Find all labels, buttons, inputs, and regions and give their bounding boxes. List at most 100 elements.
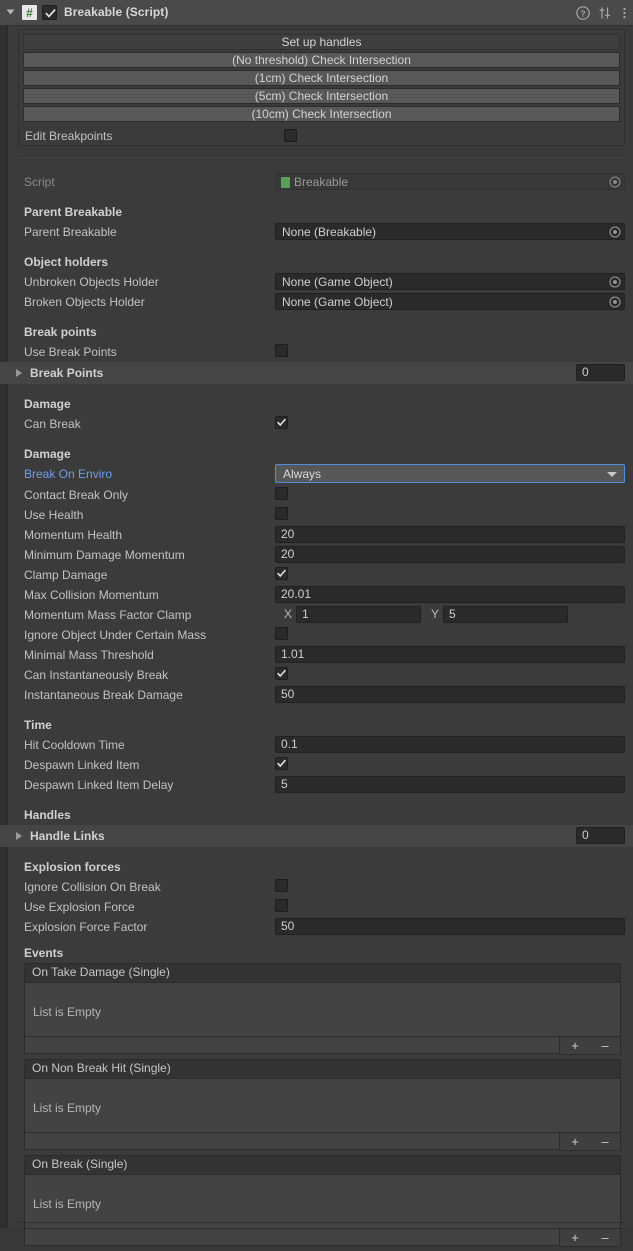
break-points-array-row[interactable]: Break Points 0	[0, 362, 633, 384]
object-picker-icon[interactable]	[609, 296, 621, 308]
handle-links-array-size-field[interactable]: 0	[576, 827, 625, 844]
momentum-mass-factor-clamp-x-input[interactable]: 1	[296, 606, 421, 623]
use-health-checkbox[interactable]	[275, 507, 288, 520]
ignore-object-under-certain-mass-row: Ignore Object Under Certain Mass	[8, 625, 633, 645]
handle-links-foldout-icon[interactable]	[16, 832, 22, 840]
contact-break-only-checkbox[interactable]	[275, 487, 288, 500]
parent-breakable-label: Parent Breakable	[24, 225, 117, 239]
broken-objects-holder-value: None (Game Object)	[282, 295, 393, 309]
hit-cooldown-time-input[interactable]: 0.1	[275, 736, 625, 753]
use-explosion-force-checkbox[interactable]	[275, 899, 288, 912]
ignore-collision-on-break-checkbox[interactable]	[275, 879, 288, 892]
event-list-body[interactable]: List is Empty	[24, 1174, 621, 1229]
contact-break-only-row: Contact Break Only	[8, 485, 633, 505]
break-on-enviro-dropdown[interactable]: Always	[275, 464, 625, 483]
break-points-foldout-icon[interactable]	[16, 369, 22, 377]
break-on-enviro-label: Break On Enviro	[24, 467, 113, 481]
max-collision-momentum-input[interactable]: 20.01	[275, 586, 625, 603]
momentum-mass-factor-clamp-label: Momentum Mass Factor Clamp	[24, 608, 192, 622]
component-enabled-checkbox[interactable]	[42, 5, 57, 20]
unbroken-objects-holder-field[interactable]: None (Game Object)	[275, 273, 625, 290]
remove-event-button[interactable]: –	[590, 1229, 620, 1246]
broken-objects-holder-row: Broken Objects Holder None (Game Object)	[8, 292, 633, 312]
kebab-menu-icon[interactable]	[622, 6, 627, 20]
check-intersection-1cm-button[interactable]: (1cm) Check Intersection	[23, 70, 620, 86]
unbroken-objects-holder-label: Unbroken Objects Holder	[24, 275, 159, 289]
object-picker-icon[interactable]	[609, 276, 621, 288]
object-picker-icon[interactable]	[609, 226, 621, 238]
despawn-linked-item-checkbox[interactable]	[275, 757, 288, 770]
script-row: Script Breakable	[8, 172, 633, 192]
parent-breakable-object-field[interactable]: None (Breakable)	[275, 223, 625, 240]
unbroken-objects-holder-value: None (Game Object)	[282, 275, 393, 289]
event-list-body[interactable]: List is Empty	[24, 1078, 621, 1133]
set-up-handles-button[interactable]: Set up handles	[23, 34, 620, 50]
preset-icon[interactable]	[599, 6, 613, 20]
event-header: On Non Break Hit (Single)	[24, 1059, 621, 1078]
event-footer: + –	[24, 1228, 621, 1247]
max-collision-momentum-row: Max Collision Momentum 20.01	[8, 585, 633, 605]
momentum-health-input[interactable]: 20	[275, 526, 625, 543]
explosion-force-factor-input[interactable]: 50	[275, 918, 625, 935]
component-header[interactable]: # Breakable (Script) ?	[0, 0, 633, 26]
check-intersection-5cm-button[interactable]: (5cm) Check Intersection	[23, 88, 620, 104]
remove-event-button[interactable]: –	[590, 1133, 620, 1150]
can-instantaneously-break-checkbox[interactable]	[275, 667, 288, 680]
help-icon[interactable]: ?	[576, 6, 590, 20]
minimal-mass-threshold-label: Minimal Mass Threshold	[24, 648, 154, 662]
use-break-points-checkbox[interactable]	[275, 344, 288, 357]
check-intersection-no-threshold-button[interactable]: (No threshold) Check Intersection	[23, 52, 620, 68]
ignore-collision-on-break-row: Ignore Collision On Break	[8, 877, 633, 897]
max-collision-momentum-label: Max Collision Momentum	[24, 588, 159, 602]
section-header-label: Explosion forces	[24, 860, 121, 874]
section-header-time: Time	[8, 715, 633, 735]
component-foldout-arrow-icon[interactable]	[6, 9, 15, 15]
explosion-force-factor-label: Explosion Force Factor	[24, 920, 148, 934]
event-empty-text: List is Empty	[33, 1197, 102, 1211]
momentum-health-label: Momentum Health	[24, 528, 123, 542]
remove-event-button[interactable]: –	[590, 1037, 620, 1054]
ignore-object-under-certain-mass-checkbox[interactable]	[275, 627, 288, 640]
edit-breakpoints-row: Edit Breakpoints	[25, 128, 620, 144]
broken-objects-holder-field[interactable]: None (Game Object)	[275, 293, 625, 310]
checkmark-icon	[277, 759, 286, 768]
instantaneous-break-damage-input[interactable]: 50	[275, 686, 625, 703]
section-header-label: Object holders	[24, 255, 109, 269]
event-title: On Non Break Hit (Single)	[32, 1061, 171, 1075]
add-event-button[interactable]: +	[560, 1133, 590, 1150]
handle-links-array-row[interactable]: Handle Links 0	[0, 825, 633, 847]
break-points-array-size-field[interactable]: 0	[576, 364, 625, 381]
csharp-script-icon-glyph: #	[26, 5, 33, 20]
clamp-damage-checkbox[interactable]	[275, 567, 288, 580]
checkmark-icon	[45, 9, 56, 18]
use-health-row: Use Health	[8, 505, 633, 525]
object-picker-icon[interactable]	[609, 176, 621, 188]
use-explosion-force-label: Use Explosion Force	[24, 900, 135, 914]
section-header-parent-breakable: Parent Breakable	[8, 202, 633, 222]
checkmark-icon	[277, 669, 286, 678]
break-points-array-label: Break Points	[30, 366, 104, 380]
minimal-mass-threshold-input[interactable]: 1.01	[275, 646, 625, 663]
despawn-linked-item-label: Despawn Linked Item	[24, 758, 140, 772]
add-event-button[interactable]: +	[560, 1229, 590, 1246]
edit-breakpoints-checkbox[interactable]	[284, 129, 297, 142]
can-break-checkbox[interactable]	[275, 416, 288, 429]
momentum-mass-factor-clamp-y-input[interactable]: 5	[443, 606, 568, 623]
csharp-script-icon: #	[22, 5, 37, 20]
minimum-damage-momentum-input[interactable]: 20	[275, 546, 625, 563]
parent-breakable-row: Parent Breakable None (Breakable)	[8, 222, 633, 242]
event-list-body[interactable]: List is Empty	[24, 982, 621, 1037]
section-separator	[18, 156, 625, 158]
despawn-linked-item-delay-input[interactable]: 5	[275, 776, 625, 793]
check-intersection-10cm-button[interactable]: (10cm) Check Intersection	[23, 106, 620, 122]
despawn-linked-item-delay-row: Despawn Linked Item Delay 5	[8, 775, 633, 795]
ignore-collision-on-break-label: Ignore Collision On Break	[24, 880, 161, 894]
add-event-button[interactable]: +	[560, 1037, 590, 1054]
section-header-label: Handles	[24, 808, 71, 822]
can-instantaneously-break-row: Can Instantaneously Break	[8, 665, 633, 685]
break-on-enviro-value: Always	[283, 467, 322, 481]
use-break-points-label: Use Break Points	[24, 345, 117, 359]
vector-x-axis-label: X	[284, 607, 293, 621]
